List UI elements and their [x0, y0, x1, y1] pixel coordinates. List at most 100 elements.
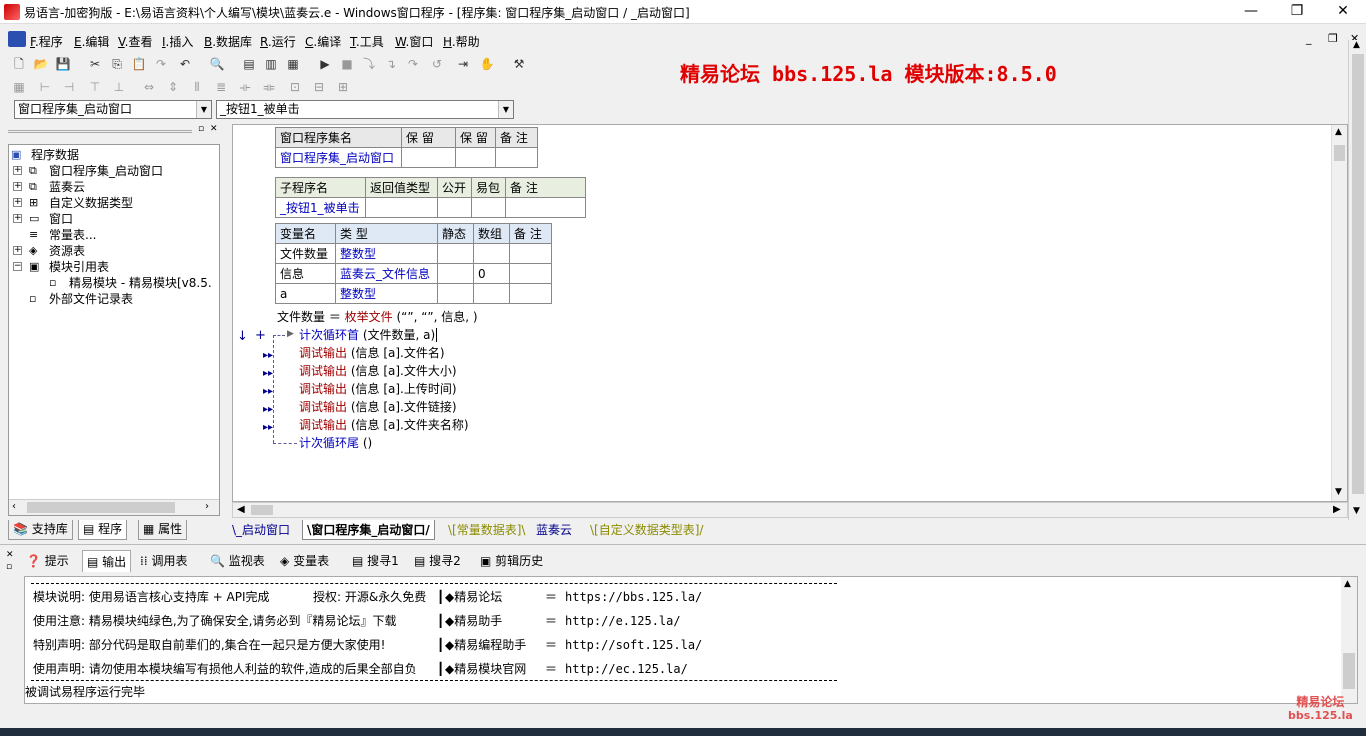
run-icon[interactable]: ▶	[316, 55, 334, 73]
table-cell[interactable]: 文件数量	[275, 243, 336, 264]
tree-item-constants[interactable]: ≡ 常量表...	[9, 227, 219, 243]
table-cell[interactable]: a	[275, 283, 336, 304]
table-cell[interactable]	[473, 243, 510, 264]
tree-item-assembly-window[interactable]: + ⧉ 窗口程序集_启动窗口	[9, 163, 219, 179]
tab-call-stack[interactable]: ⁞⁞ 调用表	[140, 550, 187, 572]
step-icon[interactable]: ⤵	[360, 55, 378, 73]
center-h-icon[interactable]: ⟛	[236, 78, 254, 96]
output-link[interactable]: http://e.125.la/	[565, 609, 681, 633]
table-cell[interactable]: 整数型	[335, 243, 438, 264]
table-cell[interactable]	[505, 197, 586, 218]
breakpoint-plus-icon[interactable]: +	[255, 328, 266, 343]
output-link[interactable]: https://bbs.125.la/	[565, 585, 702, 609]
menu-edit[interactable]: E.编辑	[74, 33, 109, 50]
scroll-up-icon[interactable]: ▲	[1335, 127, 1342, 137]
tree-hscrollbar[interactable]: ‹ ›	[9, 499, 219, 515]
tab-constants[interactable]: \[常量数据表]\	[448, 520, 525, 540]
close-button[interactable]: ✕	[1320, 0, 1366, 24]
table-cell[interactable]	[437, 283, 474, 304]
lock-icon[interactable]: ⊞	[334, 78, 352, 96]
code-line-loop-tail[interactable]: 计次循环尾 ()	[299, 434, 372, 452]
tab-support-lib[interactable]: 📚 支持库	[8, 520, 73, 540]
splitter[interactable]	[0, 544, 1366, 545]
panel-pin-icon[interactable]: ▫	[6, 562, 12, 572]
code-line-assign[interactable]: 文件数量 ＝ 枚举文件 (“”, “”, 信息, )	[277, 308, 478, 326]
table-cell[interactable]	[455, 147, 496, 168]
expand-arrow-icon[interactable]: ▶	[287, 329, 294, 339]
table-cell[interactable]	[365, 197, 438, 218]
h-spacing-icon[interactable]: ⫴	[188, 78, 206, 96]
assembly-name-cell[interactable]: 窗口程序集_启动窗口	[275, 147, 402, 168]
menu-help[interactable]: H.帮助	[443, 33, 480, 50]
table-cell[interactable]	[437, 263, 474, 284]
scroll-right-icon[interactable]: ›	[205, 501, 209, 512]
tree-item-datatypes[interactable]: + ⊞ 自定义数据类型	[9, 195, 219, 211]
menu-run[interactable]: R.运行	[260, 33, 296, 50]
align-bottom-icon[interactable]: ⊥	[110, 78, 128, 96]
window-vscrollbar[interactable]: ▲ ▼	[1348, 40, 1366, 520]
tab-properties[interactable]: ▦ 属性	[138, 520, 188, 540]
copy-icon[interactable]: ⎘	[108, 55, 126, 73]
step-into-icon[interactable]: ↴	[382, 55, 400, 73]
expand-icon[interactable]: +	[13, 246, 22, 255]
tab-program[interactable]: ▤ 程序	[78, 520, 128, 540]
doc-menu-icon[interactable]	[8, 31, 26, 47]
expand-icon[interactable]: +	[13, 214, 22, 223]
subroutine-combo[interactable]: _按钮1_被单击 ▼	[216, 100, 514, 119]
menu-insert[interactable]: I.插入	[162, 33, 193, 50]
panel-pin-icon[interactable]: ▫	[198, 124, 204, 134]
tab-hints[interactable]: ❓ 提示	[26, 550, 69, 572]
output-link[interactable]: http://soft.125.la/	[565, 633, 702, 657]
new-file-icon[interactable]: 🗋	[10, 55, 28, 73]
mdi-minimize-button[interactable]: _	[1306, 32, 1312, 45]
output-link[interactable]: http://ec.125.la/	[565, 657, 688, 681]
tab-output[interactable]: ▤ 输出	[82, 550, 132, 572]
editor-hscrollbar[interactable]: ◀ ▶	[232, 502, 1348, 518]
cut-icon[interactable]: ✂	[86, 55, 104, 73]
expand-icon[interactable]: +	[13, 166, 22, 175]
table-cell[interactable]	[509, 243, 552, 264]
table-cell[interactable]: 0	[473, 263, 510, 284]
center-v-icon[interactable]: ⟚	[260, 78, 278, 96]
align-left-icon[interactable]: ⊢	[36, 78, 54, 96]
save-icon[interactable]: 💾	[54, 55, 72, 73]
editor-hscroll-thumb[interactable]	[251, 505, 273, 515]
run-to-cursor-icon[interactable]: ⇥	[454, 55, 472, 73]
table-cell[interactable]	[509, 283, 552, 304]
editor-scroll-thumb[interactable]	[1334, 145, 1345, 161]
menu-view[interactable]: V.查看	[118, 33, 153, 50]
table-cell[interactable]	[401, 147, 456, 168]
table-cell[interactable]: 信息	[275, 263, 336, 284]
panel-close-icon[interactable]: ✕	[210, 124, 218, 134]
code-line-debug-2[interactable]: 调试输出 (信息 [a].文件大小)	[299, 362, 457, 380]
output-scroll-thumb[interactable]	[1343, 653, 1355, 689]
code-line-debug-4[interactable]: 调试输出 (信息 [a].文件链接)	[299, 398, 457, 416]
tree-item-module-refs[interactable]: − ▣ 模块引用表	[9, 259, 219, 275]
output-panel[interactable]: 模块说明: 使用易语言核心支持库 + API完成 授权: 开源&永久免费 ┃ ◆…	[24, 576, 1358, 704]
order-front-icon[interactable]: ⊡	[286, 78, 304, 96]
subroutine-name-cell[interactable]: _按钮1_被单击	[275, 197, 366, 218]
paste-icon[interactable]: 📋	[130, 55, 148, 73]
tree-item-window[interactable]: + ▭ 窗口	[9, 211, 219, 227]
undo-icon[interactable]: ↶	[176, 55, 194, 73]
menu-tools[interactable]: T.工具	[350, 33, 384, 50]
scroll-up-icon[interactable]: ▲	[1353, 40, 1360, 50]
code-editor[interactable]: 窗口程序集名 保 留 保 留 备 注 窗口程序集_启动窗口 子程序名 返回值类型…	[232, 124, 1348, 502]
tree-scroll-thumb[interactable]	[27, 502, 175, 513]
tree-item-external-files[interactable]: ▫ 外部文件记录表	[9, 291, 219, 307]
mdi-restore-button[interactable]: ❐	[1328, 32, 1338, 45]
layout-2-icon[interactable]: ▥	[262, 55, 280, 73]
scroll-down-icon[interactable]: ▼	[1335, 487, 1342, 497]
debug-arrow-icon[interactable]: ↓	[237, 329, 248, 344]
find-icon[interactable]: 🔍	[208, 55, 226, 73]
layout-3-icon[interactable]: ▦	[284, 55, 302, 73]
restore-button[interactable]: ❐	[1274, 0, 1320, 24]
minimize-button[interactable]: —	[1228, 0, 1274, 24]
table-cell[interactable]: 整数型	[335, 283, 438, 304]
hand-icon[interactable]: ✋	[478, 55, 496, 73]
output-vscrollbar[interactable]: ▲	[1341, 577, 1357, 703]
code-line-debug-1[interactable]: 调试输出 (信息 [a].文件名)	[299, 344, 445, 362]
tab-watch[interactable]: 🔍 监视表	[210, 550, 265, 572]
code-line-debug-3[interactable]: 调试输出 (信息 [a].上传时间)	[299, 380, 457, 398]
window-scroll-thumb[interactable]	[1352, 54, 1364, 494]
